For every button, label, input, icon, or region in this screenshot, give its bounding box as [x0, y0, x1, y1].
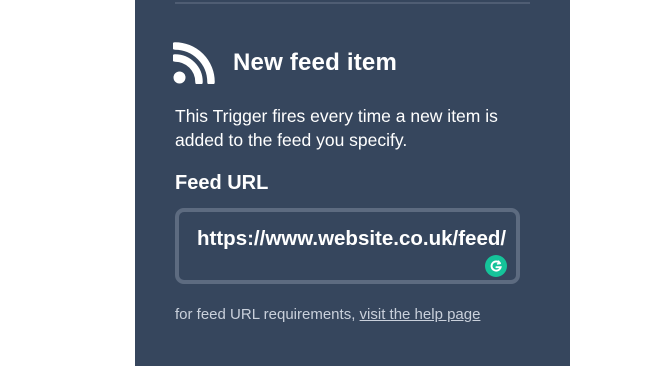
- trigger-description: This Trigger fires every time a new item…: [175, 106, 498, 150]
- trigger-title: New feed item: [233, 49, 397, 76]
- grammarly-icon[interactable]: [485, 255, 507, 277]
- trigger-header: New feed item: [173, 42, 397, 84]
- trigger-panel: New feed item This Trigger fires every t…: [135, 0, 570, 366]
- help-text-prefix: for feed URL requirements,: [175, 306, 356, 323]
- rss-feed-icon: [173, 42, 215, 84]
- help-page-link[interactable]: visit the help page: [360, 306, 481, 323]
- grammarly-g-glyph: [490, 260, 502, 272]
- feed-url-input[interactable]: https://www.website.co.uk/feed/: [175, 208, 520, 284]
- feed-url-label: Feed URL: [175, 172, 269, 194]
- feed-url-value[interactable]: https://www.website.co.uk/feed/: [197, 226, 513, 252]
- help-text: for feed URL requirements, visit the hel…: [175, 304, 515, 325]
- divider: [175, 2, 530, 4]
